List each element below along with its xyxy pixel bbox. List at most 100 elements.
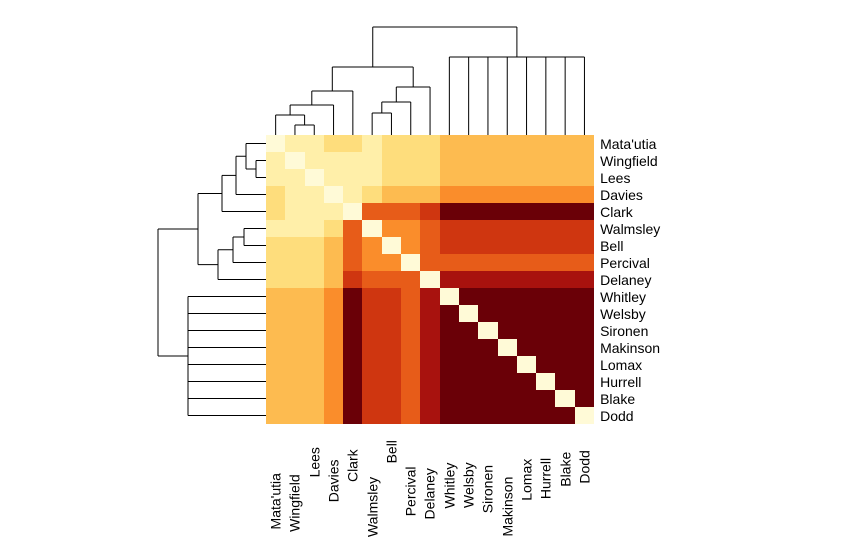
heatmap-cell — [459, 271, 478, 288]
heatmap-cell — [362, 322, 381, 339]
heatmap-cell — [498, 373, 517, 390]
heatmap-cell — [478, 271, 497, 288]
heatmap-cell — [498, 271, 517, 288]
heatmap-cell — [324, 169, 343, 186]
heatmap-cell — [575, 390, 594, 407]
heatmap-cell — [382, 254, 401, 271]
heatmap-cell — [305, 271, 324, 288]
heatmap-cell — [382, 203, 401, 220]
heatmap-cell — [440, 186, 459, 203]
heatmap-cell — [305, 390, 324, 407]
heatmap-cell — [285, 322, 304, 339]
row-label: Blake — [594, 390, 660, 407]
heatmap-cell — [305, 356, 324, 373]
heatmap-cell — [382, 271, 401, 288]
heatmap-cell — [343, 237, 362, 254]
heatmap-cell — [266, 254, 285, 271]
heatmap-cell — [324, 322, 343, 339]
row-label: Walmsley — [594, 220, 660, 237]
heatmap-cell — [382, 339, 401, 356]
heatmap-cell — [266, 390, 285, 407]
heatmap-cell — [517, 220, 536, 237]
heatmap-cell — [362, 220, 381, 237]
heatmap-cell — [362, 135, 381, 152]
heatmap-cell — [517, 237, 536, 254]
heatmap-cell — [498, 390, 517, 407]
heatmap-cell — [420, 305, 439, 322]
heatmap-cell — [478, 186, 497, 203]
heatmap-cell — [420, 373, 439, 390]
heatmap-cell — [498, 135, 517, 152]
heatmap-cell — [517, 254, 536, 271]
heatmap-cell — [266, 271, 285, 288]
heatmap-cell — [555, 271, 574, 288]
heatmap-cell — [362, 305, 381, 322]
heatmap-cell — [440, 305, 459, 322]
heatmap-cell — [459, 152, 478, 169]
heatmap-cell — [343, 288, 362, 305]
heatmap-cell — [285, 220, 304, 237]
heatmap-cell — [555, 186, 574, 203]
heatmap-cell — [459, 254, 478, 271]
heatmap-cell — [459, 373, 478, 390]
heatmap-cell — [575, 186, 594, 203]
heatmap-cell — [324, 220, 343, 237]
heatmap-cell — [382, 237, 401, 254]
heatmap-cell — [343, 135, 362, 152]
heatmap-cell — [555, 305, 574, 322]
heatmap-cell — [517, 203, 536, 220]
column-label: Whitley — [441, 461, 457, 509]
heatmap-cell — [536, 152, 555, 169]
heatmap-cell — [266, 322, 285, 339]
heatmap-cell — [575, 169, 594, 186]
heatmap-cell — [362, 254, 381, 271]
heatmap-cell — [324, 305, 343, 322]
heatmap-cell — [420, 237, 439, 254]
heatmap-cell — [536, 237, 555, 254]
column-dendrogram — [266, 7, 595, 135]
heatmap-cell — [343, 203, 362, 220]
heatmap-cell — [401, 322, 420, 339]
heatmap-cell — [478, 254, 497, 271]
heatmap-cell — [362, 339, 381, 356]
heatmap-cell — [459, 305, 478, 322]
heatmap-cell — [382, 152, 401, 169]
heatmap-cell — [401, 339, 420, 356]
heatmap-cell — [420, 169, 439, 186]
heatmap-cell — [498, 203, 517, 220]
heatmap-cell — [420, 254, 439, 271]
heatmap-cell — [536, 169, 555, 186]
column-labels: Mata'utiaWingfieldLeesDaviesClarkWalmsle… — [266, 428, 594, 528]
heatmap-cell — [536, 305, 555, 322]
heatmap-cell — [285, 271, 304, 288]
column-label: Wingfield — [287, 472, 303, 532]
heatmap-cell — [362, 203, 381, 220]
heatmap-cell — [517, 169, 536, 186]
heatmap-cell — [382, 186, 401, 203]
heatmap-cell — [266, 237, 285, 254]
row-labels: Mata'utiaWingfieldLeesDaviesClarkWalmsle… — [594, 135, 660, 424]
heatmap-cell — [266, 203, 285, 220]
heatmap-cell — [555, 220, 574, 237]
heatmap-cell — [266, 373, 285, 390]
heatmap-cell — [382, 288, 401, 305]
heatmap-cell — [420, 271, 439, 288]
heatmap-cell — [285, 254, 304, 271]
heatmap-cell — [459, 322, 478, 339]
heatmap-cell — [362, 271, 381, 288]
row-label: Mata'utia — [594, 135, 660, 152]
heatmap-cell — [459, 390, 478, 407]
heatmap-cell — [324, 152, 343, 169]
heatmap-cell — [266, 186, 285, 203]
row-label: Hurrell — [594, 373, 660, 390]
heatmap-cell — [401, 305, 420, 322]
heatmap-cell — [401, 169, 420, 186]
heatmap-cell — [517, 322, 536, 339]
heatmap-cell — [575, 271, 594, 288]
heatmap-cell — [285, 288, 304, 305]
heatmap-cell — [575, 237, 594, 254]
heatmap-cell — [420, 390, 439, 407]
heatmap-cell — [401, 237, 420, 254]
heatmap-cell — [285, 152, 304, 169]
heatmap-cell — [343, 271, 362, 288]
